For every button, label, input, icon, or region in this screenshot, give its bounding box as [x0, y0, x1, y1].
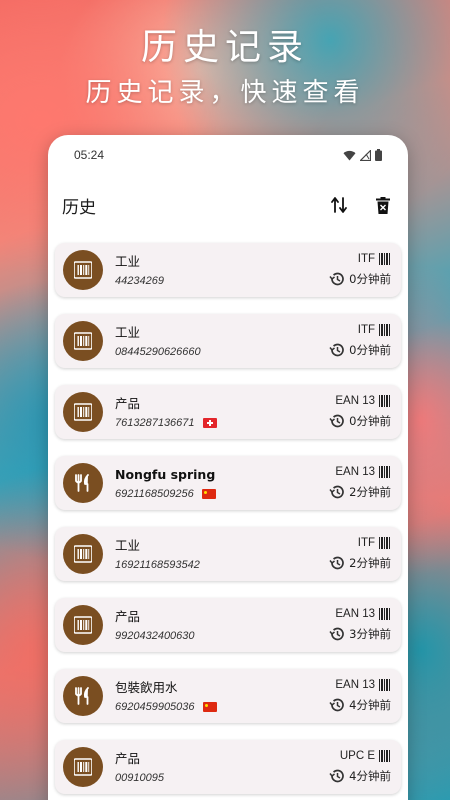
barcode-icon	[74, 261, 92, 279]
item-code: 44234269	[115, 275, 164, 287]
history-list: 工业 44234269 ITF 0分钟前 工业 08445290626660 I…	[48, 235, 408, 794]
history-item[interactable]: 产品 9920432400630 EAN 13 3分钟前	[55, 598, 401, 652]
item-code: 08445290626660	[115, 346, 201, 358]
item-avatar	[63, 392, 103, 432]
item-code: 9920432400630	[115, 630, 195, 642]
item-code: 16921168593542	[115, 559, 200, 571]
sort-button[interactable]	[328, 194, 350, 216]
history-item[interactable]: 工业 08445290626660 ITF 0分钟前	[55, 314, 401, 368]
barcode-icon	[74, 545, 92, 563]
barcode-icon	[74, 403, 92, 421]
switzerland-flag-icon	[202, 418, 217, 428]
status-icons	[343, 149, 382, 161]
item-title: 工业	[115, 538, 141, 553]
history-icon	[329, 627, 345, 641]
item-code: 6921168509256	[115, 488, 194, 500]
item-code: 6920459905036	[115, 701, 195, 713]
barcode-type-icon	[379, 750, 391, 762]
item-time: 2分钟前	[349, 556, 391, 570]
item-code: 7613287136671	[115, 417, 195, 429]
history-item[interactable]: 产品 7613287136671 EAN 13 0分钟前	[55, 385, 401, 439]
barcode-icon	[74, 616, 92, 634]
china-flag-icon	[202, 702, 217, 712]
barcode-icon	[74, 332, 92, 350]
page-title: 历史	[62, 197, 96, 218]
item-type: UPC E	[339, 750, 375, 762]
barcode-type-icon	[379, 608, 391, 620]
barcode-type-icon	[379, 324, 391, 336]
item-avatar	[63, 534, 103, 574]
history-item[interactable]: Nongfu spring 6921168509256 EAN 13 2分钟前	[55, 456, 401, 510]
app-bar: 历史	[48, 175, 408, 235]
item-avatar	[63, 321, 103, 361]
item-type: EAN 13	[335, 466, 375, 478]
history-icon	[329, 414, 345, 428]
fork-knife-icon	[75, 687, 89, 705]
app-actions	[328, 194, 394, 216]
item-avatar	[63, 747, 103, 787]
history-icon	[329, 769, 345, 783]
delete-button[interactable]	[372, 194, 394, 216]
history-icon	[329, 485, 345, 499]
history-item[interactable]: 工业 44234269 ITF 0分钟前	[55, 243, 401, 297]
item-title: 产品	[115, 609, 141, 624]
history-icon	[329, 698, 345, 712]
item-time: 0分钟前	[349, 343, 391, 357]
history-item[interactable]: 包裝飲用水 6920459905036 EAN 13 4分钟前	[55, 669, 401, 723]
history-icon	[329, 272, 345, 286]
status-time: 05:24	[74, 148, 105, 162]
wifi-icon	[343, 150, 356, 160]
item-type: ITF	[357, 537, 375, 549]
phone-screen: 05:24 历史 工业 44234269 ITF 0分钟前 工业 0844529…	[48, 135, 408, 800]
barcode-type-icon	[379, 466, 391, 478]
barcode-type-icon	[379, 679, 391, 691]
barcode-type-icon	[379, 395, 391, 407]
item-avatar	[63, 250, 103, 290]
fork-knife-icon	[75, 474, 89, 492]
item-type: ITF	[357, 324, 375, 336]
delete-icon	[376, 196, 390, 214]
sort-icon	[331, 197, 347, 213]
item-title: 工业	[115, 254, 141, 269]
item-title: Nongfu spring	[115, 467, 216, 482]
item-avatar	[63, 463, 103, 503]
item-time: 0分钟前	[349, 272, 391, 286]
barcode-type-icon	[379, 253, 391, 265]
status-bar: 05:24	[48, 135, 408, 175]
barcode-type-icon	[379, 537, 391, 549]
item-title: 产品	[115, 751, 141, 766]
item-type: EAN 13	[335, 679, 375, 691]
signal-icon	[360, 149, 371, 161]
item-type: EAN 13	[335, 395, 375, 407]
hero-subtitle: 历史记录，快速查看	[85, 78, 365, 108]
item-title: 工业	[115, 325, 141, 340]
item-type: EAN 13	[335, 608, 375, 620]
item-time: 4分钟前	[349, 698, 391, 712]
history-item[interactable]: 工业 16921168593542 ITF 2分钟前	[55, 527, 401, 581]
item-avatar	[63, 676, 103, 716]
item-title: 产品	[115, 396, 141, 411]
item-title: 包裝飲用水	[115, 680, 178, 695]
barcode-icon	[74, 758, 92, 776]
battery-icon	[375, 149, 382, 161]
item-time: 3分钟前	[349, 627, 391, 641]
item-time: 0分钟前	[349, 414, 391, 428]
item-time: 2分钟前	[349, 485, 391, 499]
item-code: 00910095	[115, 772, 164, 784]
china-flag-icon	[201, 489, 216, 499]
item-avatar	[63, 605, 103, 645]
item-type: ITF	[357, 253, 375, 265]
item-time: 4分钟前	[349, 769, 391, 783]
history-icon	[329, 556, 345, 570]
history-icon	[329, 343, 345, 357]
history-item[interactable]: 产品 00910095 UPC E 4分钟前	[55, 740, 401, 794]
hero-title: 历史记录	[140, 27, 309, 68]
